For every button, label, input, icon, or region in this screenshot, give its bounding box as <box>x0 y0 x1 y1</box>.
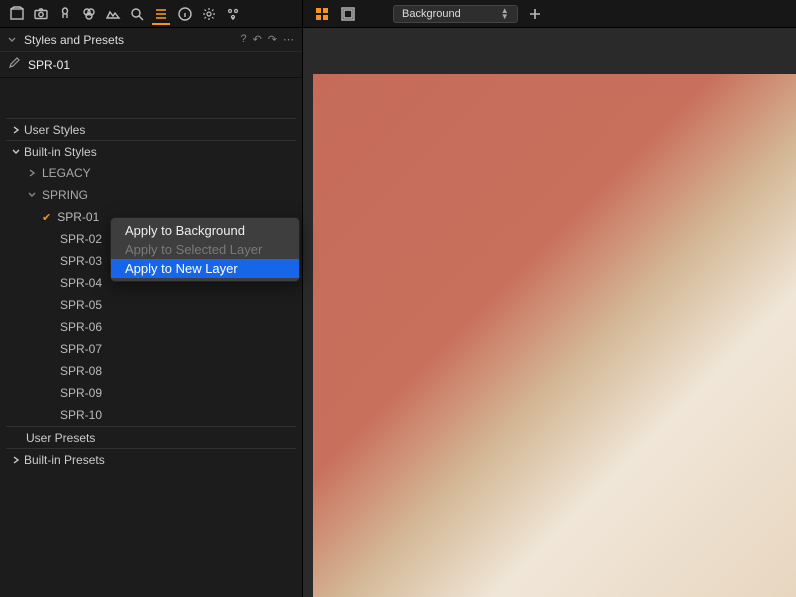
menu-item-label: Apply to New Layer <box>125 261 238 276</box>
main-toolbar: Background ▲▼ <box>303 0 796 28</box>
exposure-icon[interactable] <box>104 5 122 23</box>
chevron-down-icon <box>12 145 20 159</box>
chevron-down-icon[interactable] <box>8 33 18 47</box>
tree-label: Built-in Presets <box>24 453 105 467</box>
tree-label: User Presets <box>26 431 95 445</box>
dropdown-arrows-icon: ▲▼ <box>501 8 509 20</box>
tree-user-presets[interactable]: User Presets <box>6 426 296 448</box>
add-layer-icon[interactable] <box>526 5 544 23</box>
tree-item-spr-08[interactable]: SPR-08 <box>6 360 296 382</box>
color-icon[interactable] <box>80 5 98 23</box>
layer-select-label: Background <box>402 8 461 20</box>
lens-icon[interactable] <box>56 5 74 23</box>
help-icon[interactable]: ? <box>240 33 246 46</box>
tree-spring[interactable]: SPRING <box>6 184 296 206</box>
grid-view-icon[interactable] <box>313 5 331 23</box>
tree-label: SPR-10 <box>60 408 102 422</box>
pencil-icon[interactable] <box>8 57 20 72</box>
tree-label: SPR-06 <box>60 320 102 334</box>
chevron-right-icon <box>26 169 38 177</box>
tree-builtin-styles[interactable]: Built-in Styles <box>6 140 296 162</box>
styles-tree: User Styles Built-in Styles LEGACY SPRIN… <box>0 118 302 597</box>
tree-label: Built-in Styles <box>24 145 97 159</box>
sidebar: Styles and Presets ? ↶ ↷ ⋯ SPR-01 User S… <box>0 0 303 597</box>
menu-item-label: Apply to Background <box>125 223 245 238</box>
tree-label: SPR-01 <box>57 210 99 224</box>
tree-item-spr-07[interactable]: SPR-07 <box>6 338 296 360</box>
single-view-icon[interactable] <box>339 5 357 23</box>
selected-style-label: SPR-01 <box>28 58 70 72</box>
menu-apply-background[interactable]: Apply to Background <box>111 221 299 240</box>
tree-label: SPR-09 <box>60 386 102 400</box>
styles-icon[interactable] <box>152 7 170 25</box>
image-viewer[interactable] <box>303 28 796 597</box>
tree-item-spr-10[interactable]: SPR-10 <box>6 404 296 426</box>
tree-builtin-presets[interactable]: Built-in Presets <box>6 448 296 470</box>
menu-apply-selected-layer: Apply to Selected Layer <box>111 240 299 259</box>
camera-icon[interactable] <box>32 5 50 23</box>
main-area: Background ▲▼ <box>303 0 796 597</box>
context-menu: Apply to Background Apply to Selected La… <box>110 217 300 282</box>
tree-user-styles[interactable]: User Styles <box>6 118 296 140</box>
tree-label: SPR-08 <box>60 364 102 378</box>
image-preview <box>313 74 796 597</box>
tree-label: LEGACY <box>42 166 91 180</box>
more-icon[interactable]: ⋯ <box>283 33 294 46</box>
library-icon[interactable] <box>8 5 26 23</box>
tree-label: SPR-07 <box>60 342 102 356</box>
panel-header: Styles and Presets ? ↶ ↷ ⋯ <box>0 28 302 52</box>
tree-item-spr-05[interactable]: SPR-05 <box>6 294 296 316</box>
adjustments-icon[interactable] <box>224 5 242 23</box>
tree-label: SPRING <box>42 188 88 202</box>
menu-apply-new-layer[interactable]: Apply to New Layer <box>111 259 299 278</box>
chevron-down-icon <box>26 191 38 199</box>
undo-icon[interactable]: ↶ <box>253 33 262 46</box>
check-icon: ✔ <box>42 211 51 224</box>
tree-label: User Styles <box>24 123 85 137</box>
tool-toolbar <box>0 0 302 28</box>
tree-label: SPR-03 <box>60 254 102 268</box>
chevron-right-icon <box>12 123 20 137</box>
selected-style-row: SPR-01 <box>0 52 302 78</box>
tree-item-spr-06[interactable]: SPR-06 <box>6 316 296 338</box>
redo-icon[interactable]: ↷ <box>268 33 277 46</box>
gear-icon[interactable] <box>200 5 218 23</box>
search-icon[interactable] <box>128 5 146 23</box>
menu-item-label: Apply to Selected Layer <box>125 242 262 257</box>
tree-label: SPR-05 <box>60 298 102 312</box>
chevron-right-icon <box>12 453 20 467</box>
info-icon[interactable] <box>176 5 194 23</box>
tree-label: SPR-02 <box>60 232 102 246</box>
tree-legacy[interactable]: LEGACY <box>6 162 296 184</box>
layer-select[interactable]: Background ▲▼ <box>393 5 518 23</box>
panel-title: Styles and Presets <box>24 33 234 47</box>
tree-item-spr-09[interactable]: SPR-09 <box>6 382 296 404</box>
tree-label: SPR-04 <box>60 276 102 290</box>
